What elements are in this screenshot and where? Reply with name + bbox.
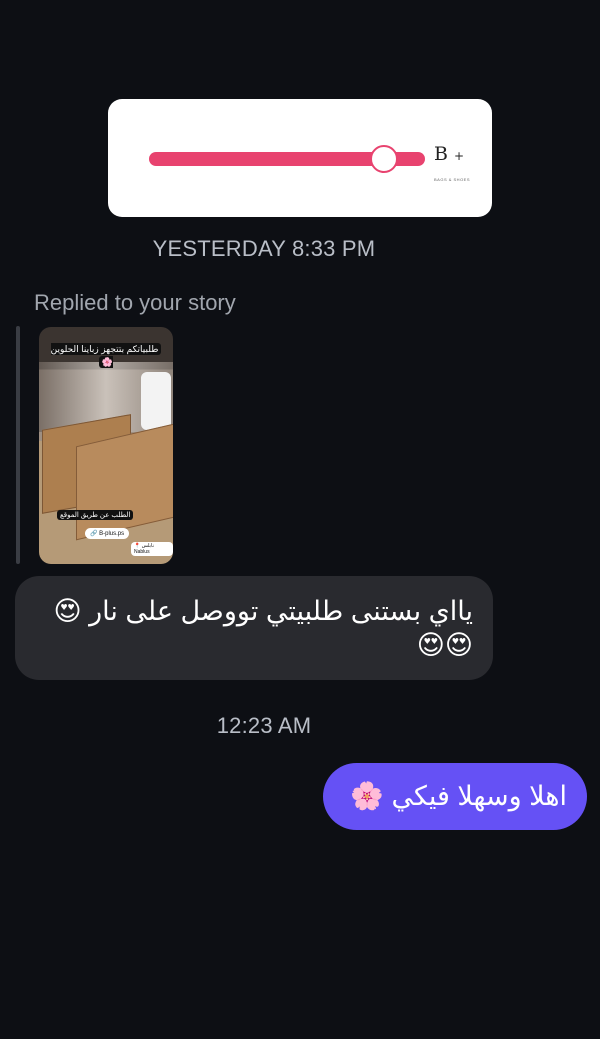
reply-label: Replied to your story [34,290,236,315]
story-bottom-caption: الطلب عن طريق الموقع [57,510,134,520]
message-timestamp: YESTERDAY 8:33 PM [152,236,376,261]
story-top-caption: طلبياتكم بتتجهز زباينا الحلوين 🌸 [47,343,165,369]
brand-subtitle: BAGS & SHOES [434,177,471,182]
outgoing-message-bubble[interactable]: اهلا وسهلا فيكي 🌸 [323,763,587,830]
incoming-message-bubble[interactable]: يااي بستنى طلبيتي تووصل على نار 😍😍😍 [15,576,493,680]
caption-top-text: طلبياتكم بتتجهز زباينا الحلوين 🌸 [50,343,162,368]
story-thumbnail[interactable]: طلبياتكم بتتجهز زباينا الحلوين 🌸 الطلب ع… [39,327,173,564]
reply-indicator-bar [16,326,20,564]
incoming-message-text: يااي بستنى طلبيتي تووصل على نار 😍😍😍 [53,596,473,660]
story-share-card[interactable]: B + BAGS & SHOES [108,99,492,217]
outgoing-message-text: اهلا وسهلا فيكي 🌸 [350,781,567,811]
location-pill: 📍 نابلس Nablus [131,542,173,556]
website-link-pill: 🔗 B-plus.ps [85,528,130,539]
shopping-bag-image [141,372,171,430]
brand-logo: B + BAGS & SHOES [434,143,470,182]
progress-slider-thumb[interactable] [370,145,398,173]
brand-plus: + [454,149,465,163]
brand-letter: B [434,143,448,165]
message-timestamp: 12:23 AM [216,713,312,738]
